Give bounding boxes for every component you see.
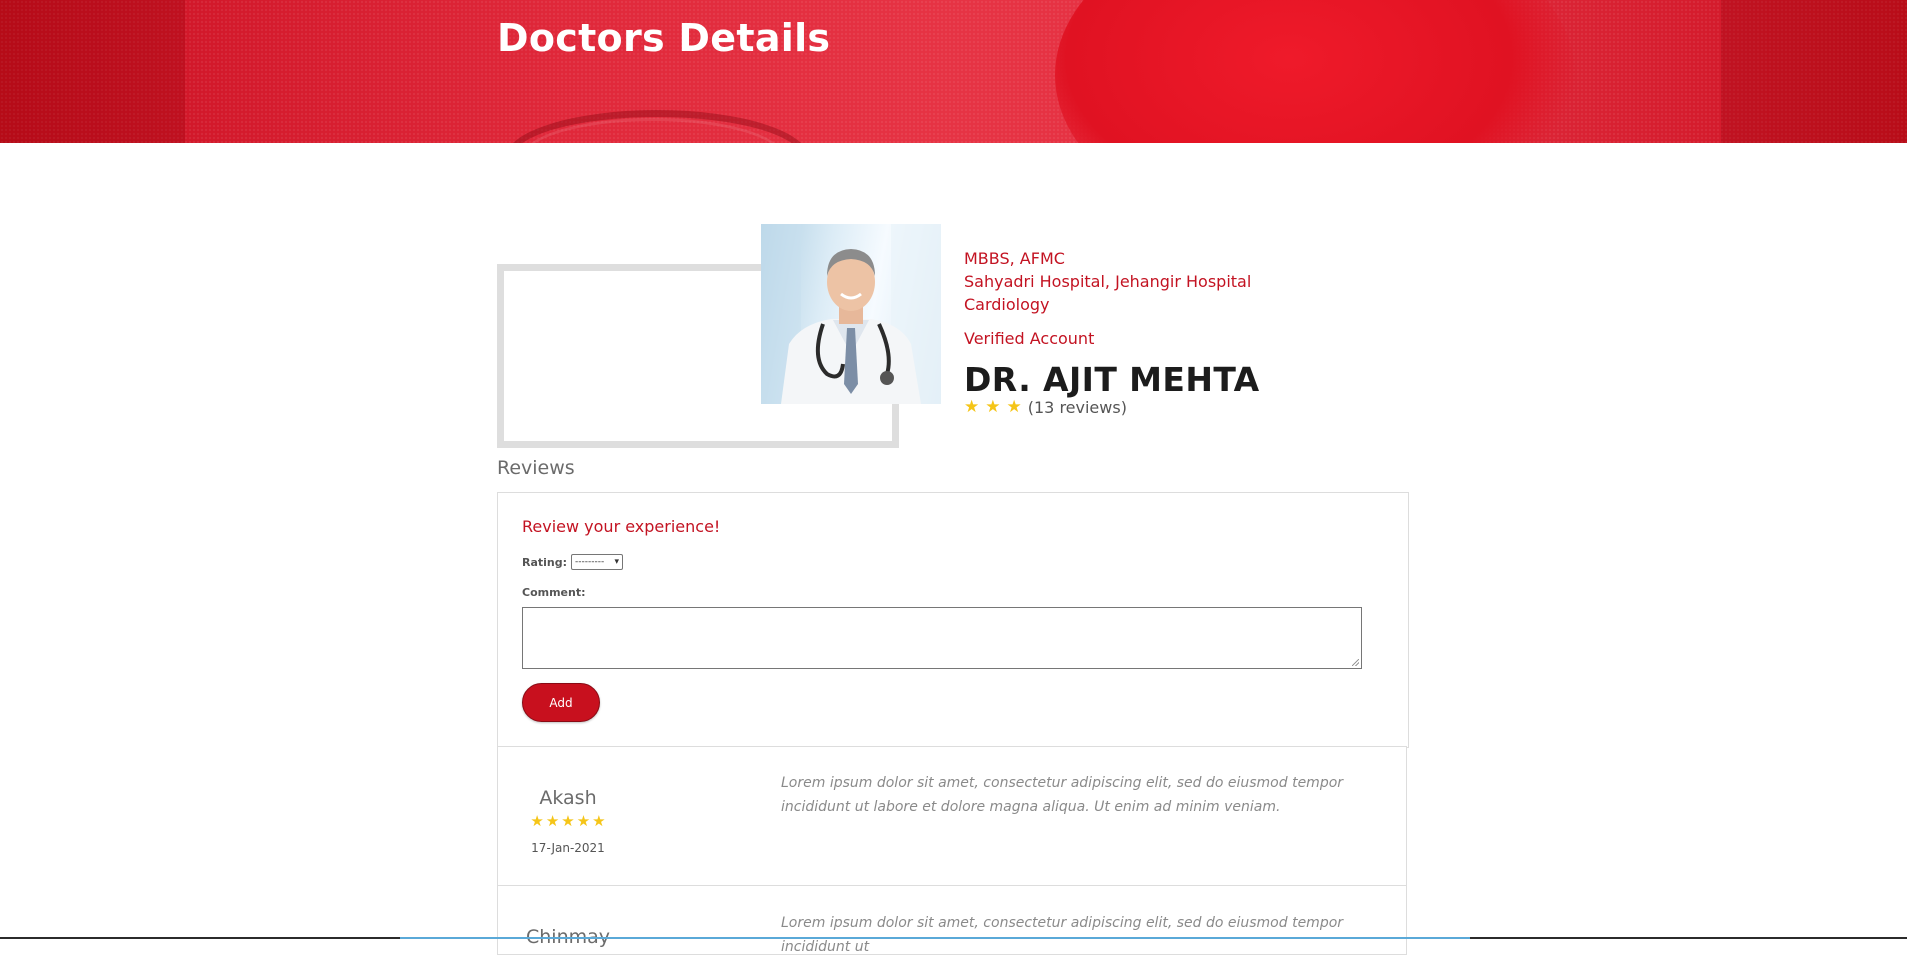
review-author-block: Akash ★ ★ ★ ★ ★ 17-Jan-2021 [518,787,618,855]
reviews-count: (13 reviews) [1027,398,1127,417]
review-author: Akash [539,787,597,809]
star-icon: ★ [592,812,606,830]
review-form: Review your experience! Rating: --------… [497,492,1409,748]
comment-textarea[interactable] [522,607,1362,669]
banner-edge-left [0,0,185,143]
reviews-heading: Reviews [497,457,575,479]
verified-badge: Verified Account [964,329,1095,348]
doctor-info: MBBS, AFMC Sahyadri Hospital, Jehangir H… [964,247,1251,316]
review-text: Lorem ipsum dolor sit amet, consectetur … [781,915,1344,955]
doctor-specialty: Cardiology [964,295,1050,314]
doctor-name: DR. AJIT MEHTA [964,360,1260,399]
doctor-portrait-image [761,224,941,404]
banner-edge-right [1721,0,1907,143]
review-text: Lorem ipsum dolor sit amet, consectetur … [781,775,1344,815]
star-icon: ★ [1006,397,1022,417]
banner-heart-graphic [1055,0,1575,143]
chevron-down-icon: ▾ [614,557,620,567]
star-icon: ★ [545,812,560,830]
rating-select-value: --------- [575,557,605,567]
review-item: Akash ★ ★ ★ ★ ★ 17-Jan-2021 Lorem ipsum … [497,746,1407,886]
star-icon: ★ [576,812,591,830]
star-icon: ★ [964,397,980,417]
comment-label: Comment: [522,586,586,599]
star-icon: ★ [530,812,544,830]
rating-select[interactable]: --------- ▾ [571,554,624,570]
review-form-title: Review your experience! [522,517,721,536]
review-item: Chinmay Lorem ipsum dolor sit amet, cons… [497,885,1407,955]
header-banner: Doctors Details [0,0,1907,143]
rating-label: Rating: [522,555,568,569]
page-title: Doctors Details [497,16,831,60]
doctor-hospitals: Sahyadri Hospital, Jehangir Hospital [964,272,1252,291]
add-review-button[interactable]: Add [522,683,600,722]
doctor-qualification: MBBS, AFMC [964,249,1065,268]
review-date: 17-Jan-2021 [531,841,605,855]
doctor-rating: ★ ★ ★ (13 reviews) [964,398,1127,417]
star-icon: ★ [561,812,575,830]
review-stars: ★ ★ ★ ★ ★ [518,814,618,829]
star-icon: ★ [985,397,1001,417]
doctor-photo [761,224,941,404]
rating-field: Rating: --------- ▾ [522,554,624,570]
